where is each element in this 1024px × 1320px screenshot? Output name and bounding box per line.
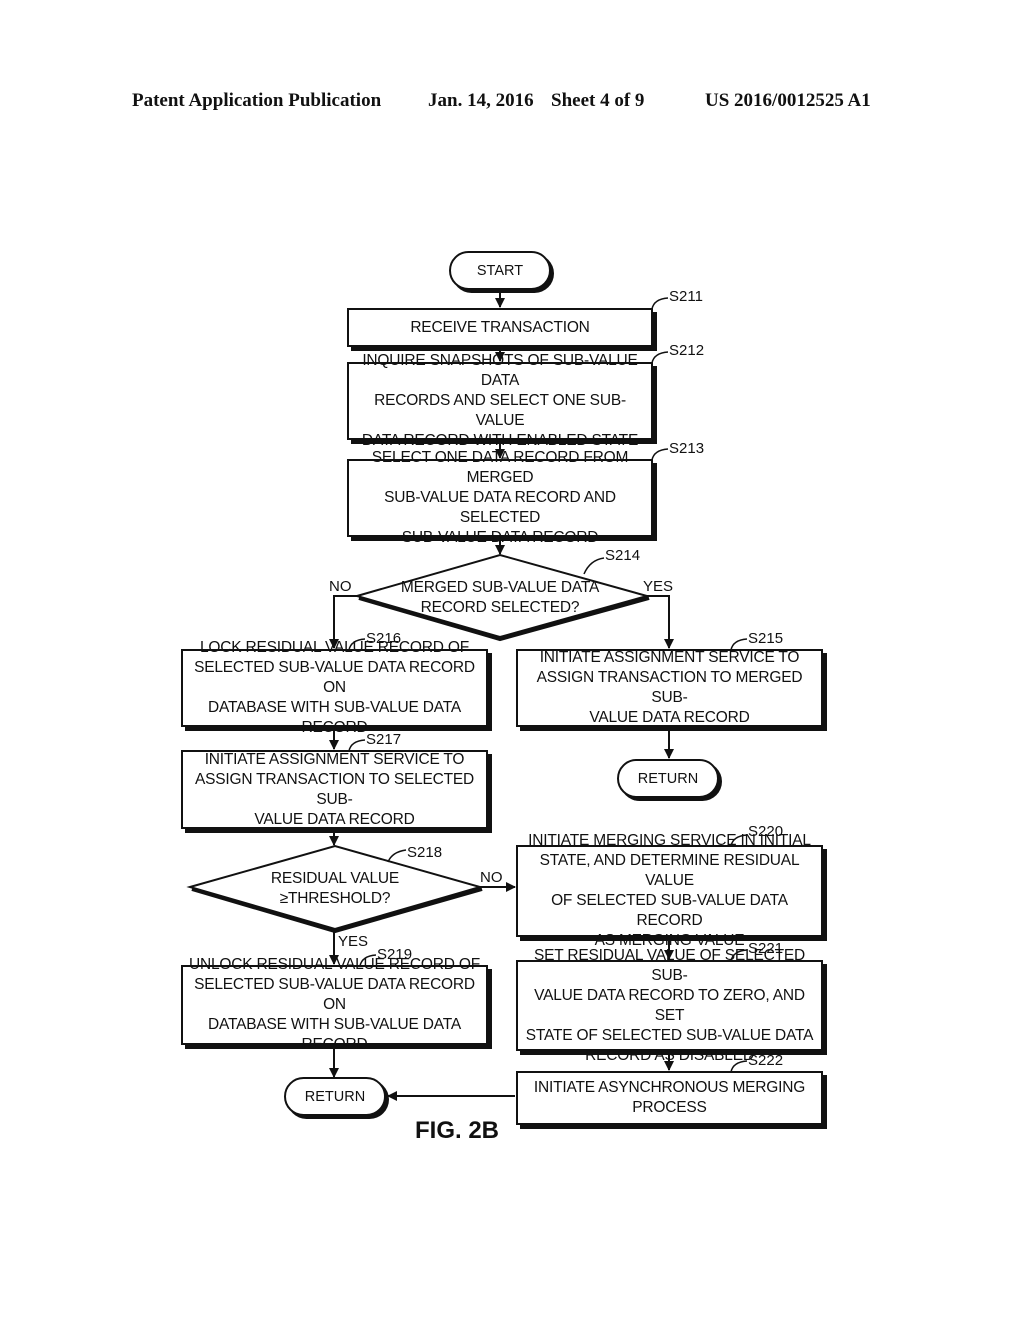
step-s220-box: INITIATE MERGING SERVICE IN INITIAL STAT… xyxy=(516,832,823,949)
step-id-s214: S214 xyxy=(605,547,641,564)
step-s222-box: INITIATE ASYNCHRONOUS MERGING PROCESS xyxy=(516,1071,823,1125)
leader-s213 xyxy=(651,448,669,461)
step-s218-text: RESIDUAL VALUE ≥THRESHOLD? xyxy=(270,870,400,907)
step-s217-box: INITIATE ASSIGNMENT SERVICE TO ASSIGN TR… xyxy=(181,750,488,829)
step-s215-box: INITIATE ASSIGNMENT SERVICE TO ASSIGN TR… xyxy=(516,649,823,727)
return-terminal-left: RETURN xyxy=(284,1077,386,1116)
step-s213-box: SELECT ONE DATA RECORD FROM MERGED SUB-V… xyxy=(347,449,653,546)
step-id-s217: S217 xyxy=(366,731,402,748)
step-id-s219: S219 xyxy=(377,946,413,963)
step-id-s212: S212 xyxy=(669,342,705,359)
step-id-s222: S222 xyxy=(748,1052,784,1069)
s214-no-label: NO xyxy=(329,578,352,595)
s218-yes-label: YES xyxy=(338,933,369,950)
return-terminal-right: RETURN xyxy=(617,759,719,798)
step-id-s211: S211 xyxy=(669,288,703,305)
step-id-s221: S221 xyxy=(748,940,784,957)
leader-s218 xyxy=(387,849,407,863)
step-s212-box: INQUIRE SNAPSHOTS OF SUB-VALUE DATA RECO… xyxy=(347,352,653,449)
figure-label: FIG. 2B xyxy=(415,1117,500,1144)
leader-s212 xyxy=(651,351,669,364)
start-terminal: START xyxy=(449,251,551,290)
leader-s211 xyxy=(651,297,669,310)
step-s216-box: LOCK RESIDUAL VALUE RECORD OF SELECTED S… xyxy=(181,639,488,736)
step-id-s213: S213 xyxy=(669,440,705,457)
step-s211-box: RECEIVE TRANSACTION xyxy=(347,308,653,347)
s214-yes-label: YES xyxy=(643,578,674,595)
step-id-s220: S220 xyxy=(748,823,784,840)
step-s219-box: UNLOCK RESIDUAL VALUE RECORD OF SELECTED… xyxy=(181,956,488,1053)
s218-no-label: NO xyxy=(480,869,503,886)
step-id-s218: S218 xyxy=(407,844,443,861)
step-s214-text: MERGED SUB-VALUE DATA RECORD SELECTED? xyxy=(400,579,600,616)
step-id-s216: S216 xyxy=(366,630,402,647)
arrow-s214-yes-to-s215 xyxy=(647,595,674,649)
flowchart-connectors xyxy=(186,290,748,1101)
step-s221-box: SET RESIDUAL VALUE OF SELECTED SUB- VALU… xyxy=(516,947,823,1064)
leader-s214 xyxy=(583,557,605,575)
step-id-s215: S215 xyxy=(748,630,784,647)
